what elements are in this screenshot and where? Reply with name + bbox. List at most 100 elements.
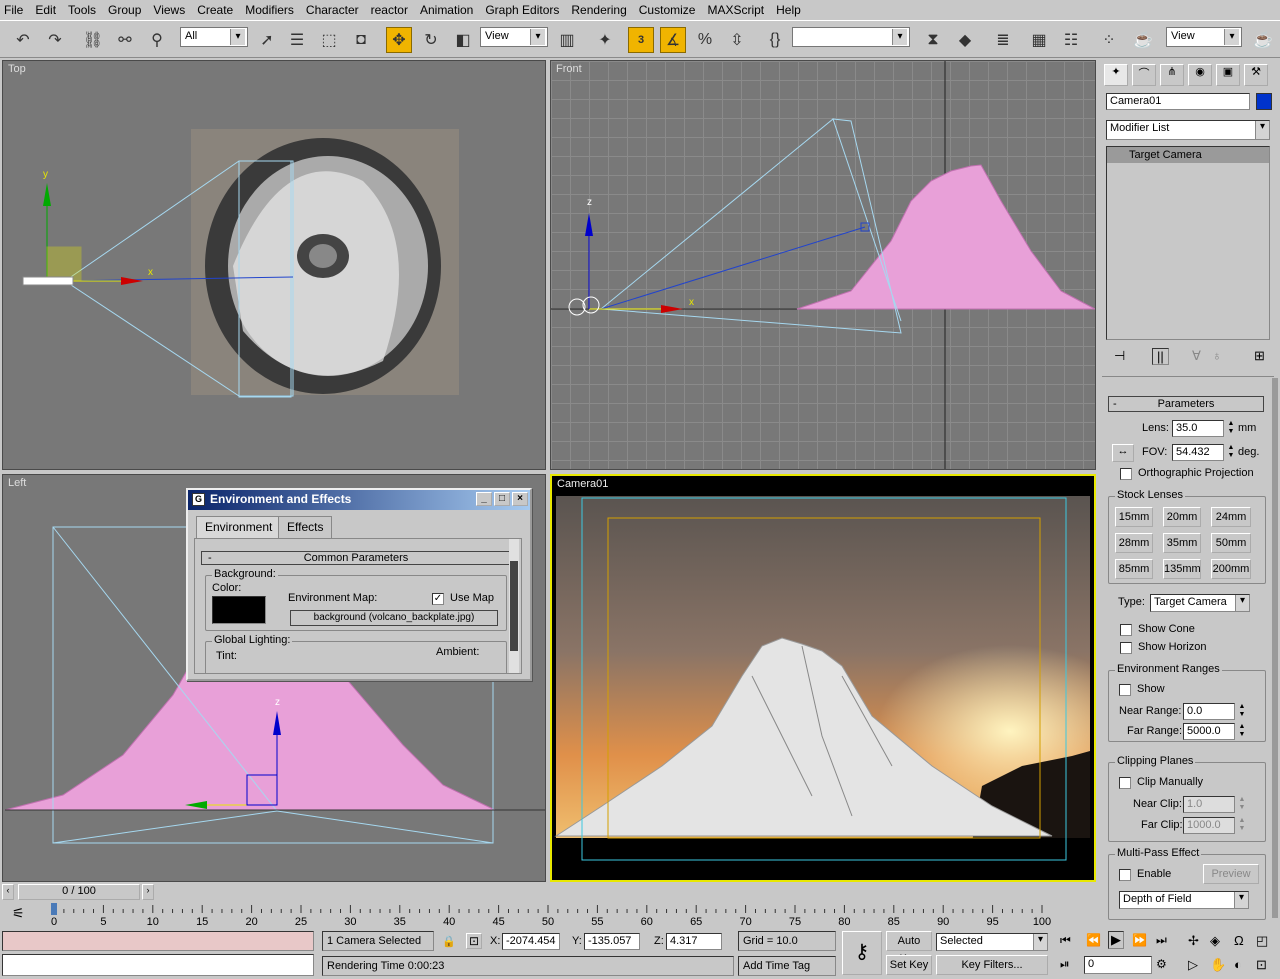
- redo-icon[interactable]: ↷: [42, 27, 68, 53]
- show-end-result-icon[interactable]: ||: [1152, 348, 1169, 365]
- menu-views[interactable]: Views: [153, 3, 185, 17]
- unlink-icon[interactable]: ⚯: [112, 27, 138, 53]
- lens-28mm-button[interactable]: 28mm: [1115, 533, 1153, 553]
- zoom-all-icon[interactable]: ◈: [1210, 933, 1220, 949]
- previous-frame-icon[interactable]: ⏪: [1086, 933, 1101, 947]
- near-clip-field[interactable]: 1.0: [1183, 796, 1235, 813]
- far-range-spinner[interactable]: ▲ ▼: [1237, 723, 1247, 740]
- camera-type-dropdown[interactable]: Target Camera ▾: [1150, 594, 1250, 612]
- far-range-field[interactable]: 5000.0: [1183, 723, 1235, 740]
- viewport-front[interactable]: Front z x: [550, 60, 1096, 470]
- percent-snap-icon[interactable]: %: [692, 27, 718, 53]
- prev-frame-icon[interactable]: ‹: [2, 884, 14, 900]
- lens-field[interactable]: 35.0: [1172, 420, 1224, 437]
- select-and-rotate-icon[interactable]: ↻: [418, 27, 444, 53]
- material-editor-icon[interactable]: ⁘: [1096, 27, 1122, 53]
- viewport-top[interactable]: Top y x: [2, 60, 546, 470]
- show-horizon-checkbox[interactable]: [1120, 642, 1132, 654]
- dialog-scrollbar[interactable]: [509, 539, 519, 673]
- near-range-field[interactable]: 0.0: [1183, 703, 1235, 720]
- window-crossing-icon[interactable]: ◘: [348, 27, 374, 53]
- key-mode-toggle-icon[interactable]: ⏯: [1060, 957, 1070, 972]
- use-map-checkbox[interactable]: ✓: [432, 593, 444, 605]
- viewport-camera[interactable]: Camera01: [550, 474, 1096, 882]
- select-by-name-icon[interactable]: ☰: [284, 27, 310, 53]
- lens-spinner[interactable]: ▲ ▼: [1226, 420, 1236, 437]
- track-bar-menu-icon[interactable]: ⚟: [12, 905, 25, 922]
- hierarchy-tab-icon[interactable]: ⋔: [1160, 64, 1184, 86]
- tab-effects[interactable]: Effects: [278, 516, 333, 538]
- tab-environment[interactable]: Environment: [196, 516, 282, 538]
- reference-coordinate-dropdown[interactable]: View: [480, 27, 548, 47]
- utilities-tab-icon[interactable]: ⚒: [1244, 64, 1268, 86]
- menu-file[interactable]: File: [4, 3, 23, 17]
- schematic-view-icon[interactable]: ☷: [1058, 27, 1084, 53]
- undo-icon[interactable]: ↶: [10, 27, 36, 53]
- z-coordinate-field[interactable]: 4.317: [666, 933, 722, 950]
- menu-graph-editors[interactable]: Graph Editors: [485, 3, 559, 17]
- rect-selection-icon[interactable]: ⬚: [316, 27, 342, 53]
- near-clip-spinner[interactable]: ▲ ▼: [1237, 796, 1247, 813]
- menu-modifiers[interactable]: Modifiers: [245, 3, 294, 17]
- clip-manually-checkbox[interactable]: [1119, 777, 1131, 789]
- time-config-icon[interactable]: ⚙: [1156, 957, 1167, 971]
- background-color-swatch[interactable]: [212, 596, 266, 624]
- pan-icon[interactable]: ✋: [1210, 957, 1226, 973]
- display-tab-icon[interactable]: ▣: [1216, 64, 1240, 86]
- time-slider-thumb[interactable]: 0 / 100: [18, 884, 140, 900]
- fov-direction-icon[interactable]: ↔: [1112, 444, 1134, 462]
- menu-animation[interactable]: Animation: [420, 3, 473, 17]
- preview-button[interactable]: Preview: [1203, 864, 1259, 884]
- lens-50mm-button[interactable]: 50mm: [1211, 533, 1251, 553]
- set-key-icon[interactable]: ⚷: [842, 931, 882, 975]
- edit-named-selection-icon[interactable]: {}: [762, 27, 788, 53]
- quick-render-icon[interactable]: ☕: [1250, 27, 1276, 53]
- align-icon[interactable]: ◆: [952, 27, 978, 53]
- current-frame-field[interactable]: 0: [1084, 956, 1152, 974]
- snap-toggle-icon[interactable]: 3: [628, 27, 654, 53]
- next-frame-icon[interactable]: ⏩: [1132, 933, 1147, 947]
- angle-snap-icon[interactable]: ∡: [660, 27, 686, 53]
- minimize-icon[interactable]: _: [476, 492, 492, 506]
- pin-stack-icon[interactable]: ⊣: [1114, 348, 1125, 364]
- modifier-list-dropdown[interactable]: Modifier List ▾: [1106, 120, 1270, 140]
- select-and-scale-icon[interactable]: ◧: [450, 27, 476, 53]
- select-and-move-icon[interactable]: ✥: [386, 27, 412, 53]
- pivot-center-icon[interactable]: ▥: [554, 27, 580, 53]
- maximize-icon[interactable]: □: [494, 492, 510, 506]
- menu-rendering[interactable]: Rendering: [571, 3, 626, 17]
- roll-icon[interactable]: ◐: [1234, 957, 1242, 972]
- menu-reactor[interactable]: reactor: [371, 3, 408, 17]
- maximize-viewport-icon[interactable]: ◰: [1256, 933, 1268, 949]
- dialog-titlebar[interactable]: G Environment and Effects _ □ ×: [188, 490, 530, 510]
- env-show-checkbox[interactable]: [1119, 684, 1131, 696]
- zoom-icon[interactable]: ✢: [1188, 933, 1199, 949]
- create-tab-icon[interactable]: ✦: [1104, 64, 1128, 86]
- min-max-toggle-icon[interactable]: ⊡: [1256, 957, 1267, 973]
- show-cone-checkbox[interactable]: [1120, 624, 1132, 636]
- current-frame-marker[interactable]: [51, 903, 57, 915]
- menu-maxscript[interactable]: MAXScript: [707, 3, 764, 17]
- mirror-icon[interactable]: ⧗: [920, 27, 946, 53]
- menu-tools[interactable]: Tools: [68, 3, 96, 17]
- lens-15mm-button[interactable]: 15mm: [1115, 507, 1153, 527]
- play-icon[interactable]: ▶: [1108, 931, 1124, 949]
- motion-tab-icon[interactable]: ◉: [1188, 64, 1212, 86]
- parameters-rollout[interactable]: - Parameters: [1108, 396, 1264, 412]
- far-clip-field[interactable]: 1000.0: [1183, 817, 1235, 834]
- orthographic-checkbox[interactable]: [1120, 468, 1132, 480]
- layer-manager-icon[interactable]: ≣: [990, 27, 1016, 53]
- stack-item-target-camera[interactable]: Target Camera: [1107, 147, 1269, 163]
- next-frame-icon[interactable]: ›: [142, 884, 154, 900]
- select-object-icon[interactable]: ➚: [254, 27, 280, 53]
- go-to-start-icon[interactable]: ⏮: [1060, 933, 1071, 948]
- object-name-field[interactable]: Camera01: [1106, 93, 1250, 110]
- remove-modifier-icon[interactable]: ♁: [1212, 348, 1222, 363]
- menu-edit[interactable]: Edit: [35, 3, 56, 17]
- environment-map-button[interactable]: background (volcano_backplate.jpg): [290, 610, 498, 626]
- lens-35mm-button[interactable]: 35mm: [1163, 533, 1201, 553]
- lens-85mm-button[interactable]: 85mm: [1115, 559, 1153, 579]
- multipass-enable-checkbox[interactable]: [1119, 869, 1131, 881]
- fov-icon[interactable]: ▷: [1188, 957, 1198, 973]
- time-slider[interactable]: ‹ 0 / 100 ›: [2, 884, 154, 900]
